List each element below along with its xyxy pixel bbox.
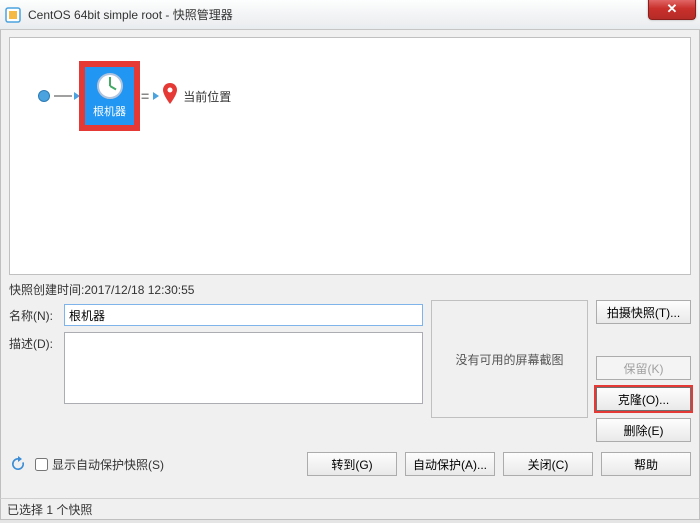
close-window-button[interactable]: ✕ — [648, 0, 696, 20]
screenshot-preview: 没有可用的屏幕截图 — [431, 300, 588, 418]
refresh-button[interactable] — [9, 455, 27, 473]
bottom-bar: 显示自动保护快照(S) 转到(G) 自动保护(A)... 关闭(C) 帮助 — [9, 452, 691, 476]
window-title: CentOS 64bit simple root - 快照管理器 — [28, 6, 233, 23]
keep-button: 保留(K) — [596, 356, 691, 380]
close-icon: ✕ — [667, 1, 678, 17]
you-are-here-pin-icon — [161, 83, 179, 109]
arrow-icon — [153, 92, 159, 100]
close-button[interactable]: 关闭(C) — [503, 452, 593, 476]
name-input[interactable] — [64, 304, 423, 326]
arrow-icon — [74, 92, 80, 100]
created-time-value: 2017/12/18 12:30:55 — [84, 283, 194, 297]
delete-button[interactable]: 删除(E) — [596, 418, 691, 442]
statusbar-text: 已选择 1 个快照 — [7, 501, 92, 518]
created-time-row: 快照创建时间:2017/12/18 12:30:55 — [9, 281, 423, 298]
description-row: 描述(D): — [9, 332, 423, 404]
clone-button[interactable]: 克隆(O)... — [596, 387, 691, 411]
description-label: 描述(D): — [9, 332, 64, 352]
name-label: 名称(N): — [9, 304, 64, 324]
name-row: 名称(N): — [9, 304, 423, 326]
vmware-icon — [4, 6, 22, 24]
bottom-buttons: 转到(G) 自动保护(A)... 关闭(C) 帮助 — [307, 452, 691, 476]
clock-icon — [97, 73, 123, 99]
connector-line — [54, 95, 72, 97]
root-node-label: 根机器 — [93, 103, 126, 119]
details-section: 快照创建时间:2017/12/18 12:30:55 名称(N): 描述(D):… — [9, 281, 691, 442]
initial-state-node[interactable] — [38, 90, 50, 102]
take-snapshot-button[interactable]: 拍摄快照(T)... — [596, 300, 691, 324]
show-autoprotect-checkbox-row[interactable]: 显示自动保护快照(S) — [35, 456, 164, 473]
side-buttons: 拍摄快照(T)... 保留(K) 克隆(O)... 删除(E) — [596, 300, 691, 442]
autoprotect-button[interactable]: 自动保护(A)... — [405, 452, 495, 476]
show-autoprotect-label: 显示自动保护快照(S) — [52, 456, 164, 473]
details-left: 快照创建时间:2017/12/18 12:30:55 名称(N): 描述(D): — [9, 281, 423, 442]
goto-button[interactable]: 转到(G) — [307, 452, 397, 476]
root-snapshot-node[interactable]: 根机器 — [82, 64, 137, 128]
refresh-icon — [9, 455, 27, 473]
show-autoprotect-checkbox[interactable] — [35, 458, 48, 471]
graph-row: 根机器 = 当前位置 — [38, 64, 231, 128]
screenshot-placeholder-text: 没有可用的屏幕截图 — [455, 351, 563, 368]
description-input[interactable] — [64, 332, 423, 404]
equals-icon: = — [141, 88, 149, 104]
snapshot-graph[interactable]: 根机器 = 当前位置 — [9, 37, 691, 275]
titlebar: CentOS 64bit simple root - 快照管理器 ✕ — [0, 0, 700, 30]
window-body: 根机器 = 当前位置 快照创建时间:2017/12/18 12:30:55 名称… — [0, 30, 700, 498]
current-position-label: 当前位置 — [183, 88, 231, 105]
statusbar: 已选择 1 个快照 — [0, 498, 700, 520]
help-button[interactable]: 帮助 — [601, 452, 691, 476]
created-time-label: 快照创建时间: — [9, 283, 84, 297]
